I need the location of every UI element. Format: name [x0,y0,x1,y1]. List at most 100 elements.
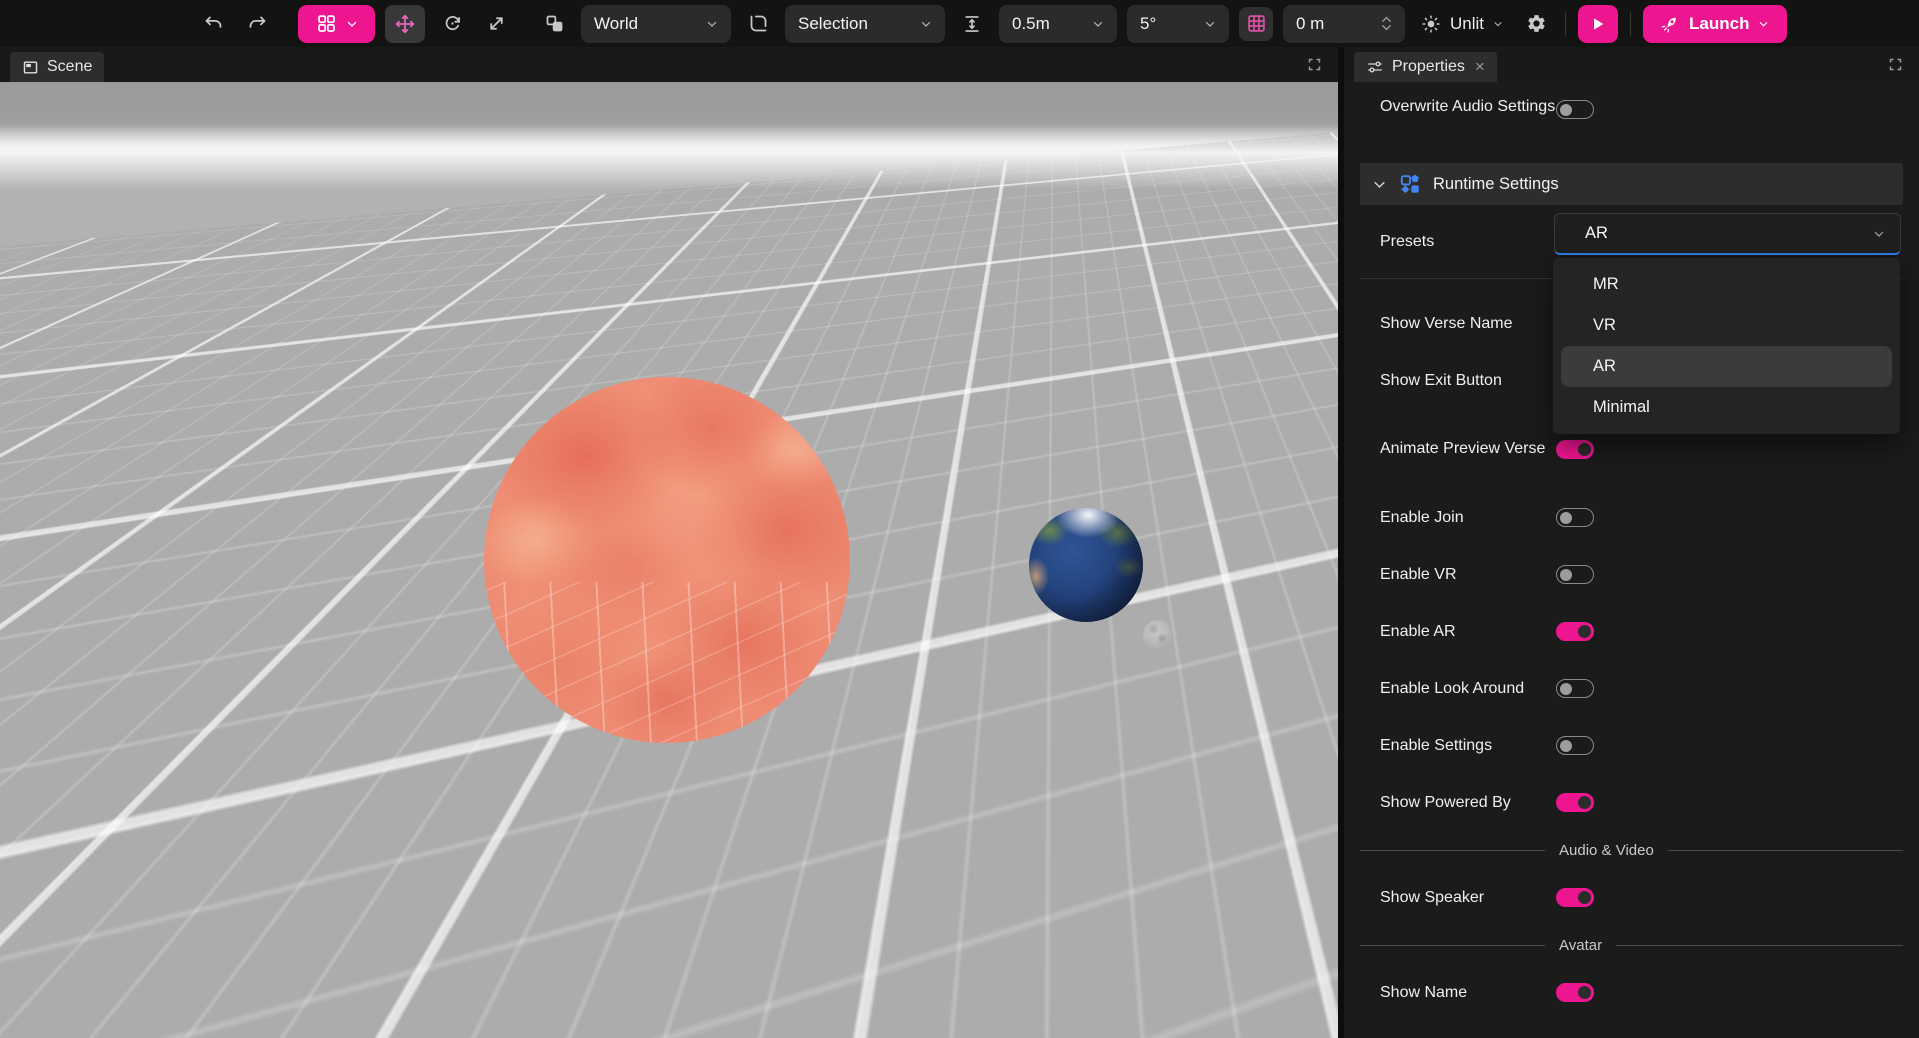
axis-gizmo[interactable]: Y X Z [1197,903,1317,1023]
presets-select[interactable]: AR [1554,213,1901,255]
earth-object[interactable] [1029,508,1143,622]
properties-pane: Properties × Overwrite Audio Settings Ru… [1344,47,1919,1038]
toggle-switch[interactable] [1556,736,1594,755]
runtime-settings-icon [1400,174,1419,194]
property-label: Show Speaker [1380,888,1485,906]
close-icon[interactable]: × [1475,57,1485,77]
toggle-knob [1577,986,1591,999]
toggle-knob [1560,568,1572,581]
pivot-mode-button[interactable] [537,7,571,41]
neg-x-handle[interactable] [1204,954,1226,976]
y-axis-label: Y [1250,918,1260,934]
toggle-knob [1577,796,1591,809]
shortcut-hint: Q Rotate Left [105,1007,226,1032]
properties-tabbar: Properties × [1344,47,1919,82]
toggle-switch[interactable] [1556,679,1594,698]
section-divider: Audio & Video [1360,831,1903,869]
toggle-knob [1560,511,1572,524]
property-row: Enable AR [1360,603,1903,660]
rotate-tool-button[interactable] [435,7,469,41]
overwrite-audio-toggle[interactable] [1556,100,1594,119]
snap-rotate-dropdown[interactable]: 5° [1127,4,1229,43]
scene-expand-button[interactable] [1307,57,1322,72]
chevron-down-icon [1494,21,1502,26]
property-label: Show Exit Button [1380,371,1502,389]
property-label: Enable Join [1380,508,1464,526]
property-row: Show Preview [1360,1021,1903,1038]
grid-3x3-icon [1247,15,1265,32]
play-button[interactable] [1578,4,1619,43]
z-axis-label: Z [1251,980,1260,996]
rocket-icon [1661,17,1676,33]
gizmo-anchor-dropdown[interactable]: Selection [785,4,945,43]
property-row: Enable Look Around [1360,660,1903,717]
runtime-settings-header[interactable]: Runtime Settings [1360,163,1903,205]
tab-properties-label: Properties [1392,58,1465,75]
toggle-switch[interactable] [1556,565,1594,584]
chevron-up-icon[interactable] [1381,15,1392,23]
property-row: Enable Join [1360,489,1903,546]
bounds-mode-button[interactable] [741,7,775,41]
move-tool-button[interactable] [385,4,425,43]
toggle-switch[interactable] [1556,793,1594,812]
shortcut-hint: E Rotate Right [237,1007,370,1032]
dropdown-option[interactable]: Minimal [1553,387,1900,428]
toggle-switch[interactable] [1556,622,1594,641]
toggle-knob [1560,739,1572,752]
brightness-icon [1422,14,1440,33]
property-label: Enable VR [1380,565,1457,583]
toggle-switch[interactable] [1556,508,1594,527]
play-icon [1594,17,1604,30]
scale-tool-button[interactable] [479,7,513,41]
tab-properties[interactable]: Properties × [1354,52,1497,82]
gizmo-anchor-value: Selection [798,13,868,33]
app-window: World Selection 0.5m 5° 0 m Unlit Launch… [0,0,1919,1038]
viewport-3d[interactable]: Y X Z F Focus Q Rotate Left E Rotate Rig… [0,82,1338,1038]
properties-content: Overwrite Audio Settings Runtime Setting… [1344,82,1919,1038]
section-label: Avatar [1559,936,1603,954]
section-label: Audio & Video [1559,841,1654,859]
key-badge: Esc [465,1007,493,1032]
snap-height-button[interactable] [955,7,989,41]
grid-toggle-button[interactable] [1239,6,1273,41]
sun-object[interactable] [484,377,850,743]
neg-z-handle[interactable] [1244,936,1266,958]
tab-scene-label: Scene [47,58,93,75]
transform-space-dropdown[interactable]: World [581,4,731,43]
dropdown-option[interactable]: MR [1553,264,1900,305]
presets-dropdown-menu: MR VR AR Minimal [1553,258,1900,434]
toggle-knob [1577,442,1591,456]
shortcut-hint-bar: F Focus Q Rotate Left E Rotate Right G G… [12,1007,594,1032]
redo-icon [249,16,265,28]
tab-scene[interactable]: Scene [10,52,105,82]
grid-overlay [484,581,850,743]
chevron-down-icon [1093,21,1103,27]
redo-button[interactable] [240,7,274,41]
chevron-down-icon [1760,21,1768,27]
dropdown-option[interactable]: VR [1553,305,1900,346]
dropdown-option[interactable]: AR [1561,346,1892,387]
viewport-settings-button[interactable] [1519,7,1553,41]
asset-library-button[interactable] [298,4,375,43]
move-icon [395,14,415,33]
section-divider: Avatar [1360,926,1903,964]
undo-button[interactable] [196,7,230,41]
toggle-switch[interactable] [1556,439,1594,459]
moon-object[interactable] [1143,620,1173,650]
chevron-down-icon [1205,21,1215,27]
horizon-fog [0,126,1338,190]
snap-move-dropdown[interactable]: 0.5m [999,4,1117,43]
chevron-down-icon[interactable] [1381,24,1392,32]
chevron-down-icon [1874,231,1884,237]
shortcut-label: Rotate Left [138,1009,227,1029]
property-label: Show Name [1380,983,1468,1001]
property-label: Show Verse Name [1380,314,1513,332]
property-row: Show Speaker [1360,869,1903,926]
properties-expand-button[interactable] [1888,57,1903,72]
pivot-icon [546,15,562,32]
toggle-switch[interactable] [1556,983,1594,1002]
toggle-switch[interactable] [1556,888,1594,907]
shading-mode-dropdown[interactable]: Unlit [1415,14,1509,34]
elevation-stepper[interactable]: 0 m [1283,4,1405,43]
launch-button[interactable]: Launch [1643,4,1788,43]
